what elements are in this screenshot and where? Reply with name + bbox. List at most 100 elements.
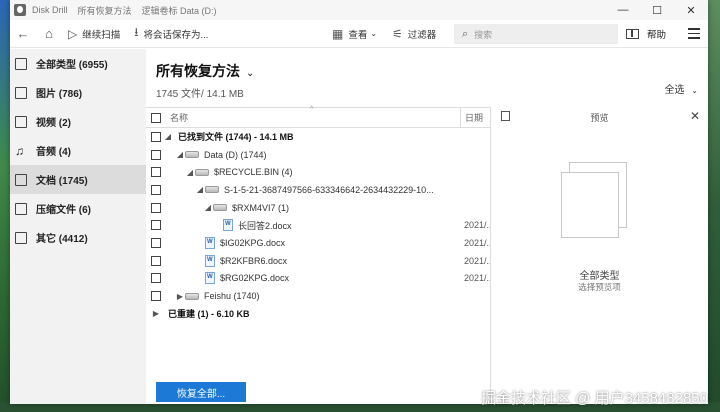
folder-drive-icon [185,292,199,300]
watermark-text: 掘金技术社区 @ 用户3458482850 [481,390,708,407]
row-checkbox[interactable] [151,273,161,284]
row-date: 2021/... [464,255,490,266]
table-row[interactable]: ◢ $RECYCLE.BIN (4) [146,163,490,181]
preview-hint: 选择预览项 [578,282,621,292]
folder-drive-icon [205,186,219,194]
sidebar-item-label: 其它 (4412) [36,234,88,245]
row-label: $IG02KPG.docx [220,237,286,248]
word-document-icon [205,254,215,267]
preview-title: 预览 [590,112,609,123]
save-session-button[interactable]: ⭳ 将会话保存为... [134,20,208,48]
view-grid-icon: ▦ [332,26,344,41]
desktop-background-right [708,0,720,412]
expand-triangle-icon[interactable]: ◢ [175,150,185,159]
copy-icon[interactable] [501,111,510,121]
expand-triangle-icon[interactable]: ◢ [185,168,195,177]
table-row[interactable]: ◢ 已找到文件 (1744) - 14.1 MB [146,128,490,146]
word-document-icon [223,219,233,232]
expand-triangle-icon[interactable]: ▶ [151,309,161,318]
row-label: S-1-5-21-3687497566-633346642-2634432229… [224,184,434,195]
row-checkbox[interactable] [151,291,161,302]
sidebar-item-documents[interactable]: 文档 (1745) [10,165,146,194]
column-header-date[interactable]: 日期 [460,107,490,128]
word-document-icon [205,236,215,249]
folder-drive-icon [213,204,227,212]
sort-caret-icon: ^ [310,106,314,113]
select-all-checkbox[interactable] [151,112,161,123]
table-row[interactable]: $RG02KPG.docx 2021/... [146,270,490,288]
file-count-summary: 1745 文件/ 14.1 MB [156,89,244,100]
table-row[interactable]: ◢ $RXM4VI7 (1) [146,199,490,217]
download-icon: ⭳ [134,25,139,39]
layout-panel-icon[interactable] [626,29,639,39]
table-row[interactable]: ◢ S-1-5-21-3687497566-633346642-26344322… [146,181,490,199]
maximize-button[interactable]: ☐ [640,0,674,20]
main-panel: 所有恢复方法 ⌄ 1745 文件/ 14.1 MB 全选 ⌄ ^ 名称 日期 ◢ … [146,49,708,404]
file-icon [15,57,27,70]
sidebar-item-all-types[interactable]: 全部类型 (6955) [10,49,146,78]
row-label: $RECYCLE.BIN (4) [214,167,293,178]
expand-triangle-icon[interactable]: ◢ [163,132,173,141]
table-row[interactable]: ▶ 已重建 (1) - 6.10 KB [146,305,490,323]
expand-triangle-icon[interactable]: ▶ [175,292,185,301]
table-row[interactable]: $IG02KPG.docx 2021/... [146,234,490,252]
page-title-text: 所有恢复方法 [156,63,240,79]
select-all-dropdown[interactable]: 全选 ⌄ [665,81,698,96]
expand-triangle-icon[interactable]: ◢ [195,185,205,194]
toolbar: ← ⌂ ▷ 继续扫描 ⭳ 将会话保存为... ▦ 查看 ⌄ ⚟ 过滤器 ⌕ 搜索… [10,20,708,48]
row-label: 长回答2.docx [238,220,292,231]
file-table: ^ 名称 日期 ◢ 已找到文件 (1744) - 14.1 MB ◢ Data … [146,106,490,379]
sidebar-item-label: 压缩文件 (6) [36,205,91,216]
filter-label: 过滤器 [407,29,437,41]
chevron-down-icon: ⌄ [246,68,255,79]
filter-button[interactable]: ⚟ 过滤器 [392,20,436,48]
archive-icon [15,202,27,215]
table-row[interactable]: $R2KFBR6.docx 2021/... [146,252,490,270]
row-checkbox[interactable] [151,202,161,213]
select-all-label: 全选 [664,85,685,96]
sidebar-item-label: 图片 (786) [36,89,83,100]
row-label: 已找到文件 (1744) - 14.1 MB [178,132,294,143]
table-row[interactable]: ◢ Data (D) (1744) [146,146,490,164]
music-icon: ♫ [15,143,24,158]
view-menu-button[interactable]: ▦ 查看 ⌄ [332,20,377,48]
table-row[interactable]: ▶ Feishu (1740) [146,287,490,305]
row-checkbox[interactable] [151,131,161,142]
sidebar-item-audio[interactable]: ♫ 音频 (4) [10,136,146,165]
sidebar-item-video[interactable]: 视频 (2) [10,107,146,136]
recover-all-button[interactable]: 恢复全部... [156,382,246,402]
row-label: $R2KFBR6.docx [220,255,288,266]
column-header-name[interactable]: 名称 [170,111,188,124]
back-arrow-icon[interactable]: ← [10,20,36,48]
search-input[interactable]: ⌕ 搜索 [454,24,618,44]
chevron-down-icon: ⌄ [691,86,698,95]
row-checkbox[interactable] [151,184,161,195]
sidebar-item-archives[interactable]: 压缩文件 (6) [10,194,146,223]
image-icon [15,86,27,99]
other-icon [15,231,27,244]
video-icon [15,115,27,128]
expand-triangle-icon[interactable]: ◢ [203,203,213,212]
row-checkbox[interactable] [151,255,161,266]
row-checkbox[interactable] [151,149,161,160]
app-logo-icon [14,4,26,16]
row-date: 2021/... [464,273,490,284]
row-checkbox[interactable] [151,237,161,248]
document-icon [15,173,27,186]
resume-scan-button[interactable]: ▷ 继续扫描 [68,20,120,48]
sidebar-item-other[interactable]: 其它 (4412) [10,223,146,252]
table-row[interactable]: 长回答2.docx 2021/... [146,216,490,234]
row-checkbox[interactable] [151,220,161,231]
sidebar-item-pictures[interactable]: 图片 (786) [10,78,146,107]
help-button[interactable]: 帮助 [626,20,666,48]
search-icon: ⌕ [462,27,469,40]
close-icon[interactable]: ✕ [690,109,700,123]
minimize-button[interactable]: — [606,0,640,20]
row-checkbox[interactable] [151,167,161,178]
hamburger-menu-icon[interactable] [688,28,700,42]
folder-drive-icon [195,168,209,176]
home-icon[interactable]: ⌂ [36,20,62,48]
row-date: 2021/... [464,220,490,231]
close-window-button[interactable]: ✕ [674,0,708,20]
page-title[interactable]: 所有恢复方法 ⌄ [156,61,254,81]
